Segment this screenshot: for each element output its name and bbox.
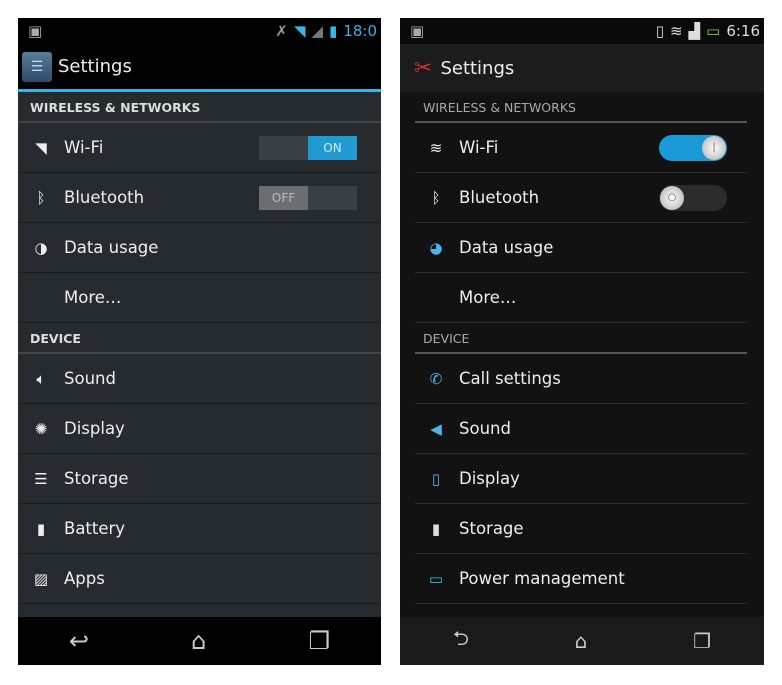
battery-icon: ▮ xyxy=(36,519,46,538)
battery-icon: ▮ xyxy=(329,22,338,40)
settings-app-icon[interactable]: ☰ xyxy=(22,51,52,82)
phone-icon: ✆ xyxy=(429,369,443,388)
settings-item-display[interactable]: ▯ Display xyxy=(415,454,747,504)
recents-icon[interactable]: ❐ xyxy=(308,627,330,655)
display-icon: ▯ xyxy=(431,469,441,488)
settings-item-more[interactable]: More… xyxy=(415,273,747,323)
navigation-bar: ↩ ⌂ ❐ xyxy=(18,617,381,665)
mute-icon: ✗ xyxy=(275,22,288,40)
settings-item-bluetooth[interactable]: ᛒ Bluetooth OFF xyxy=(18,173,381,223)
settings-item-display[interactable]: ✺ Display xyxy=(18,404,381,454)
settings-item-apps[interactable]: ▨ Apps xyxy=(18,554,381,604)
image-icon: ▣ xyxy=(410,22,425,40)
status-bar: ▣ ▯ ≋ ▟ ▭ 6:16 xyxy=(400,18,764,44)
settings-item-storage[interactable]: ☰ Storage xyxy=(18,454,381,504)
left-phone-settings: ▣ ✗ ◥ ◢ ▮ 18:0 ☰ Settings WIRELESS & NET… xyxy=(18,18,381,665)
section-header: DEVICE xyxy=(415,323,747,354)
tools-icon[interactable]: ✂ xyxy=(414,56,432,81)
settings-item-data-usage[interactable]: ◑ Data usage xyxy=(18,223,381,273)
wifi-icon: ≋ xyxy=(429,138,443,157)
recents-icon[interactable]: ❐ xyxy=(693,629,711,653)
settings-item-data-usage[interactable]: ◕ Data usage xyxy=(415,223,747,273)
wifi-icon: ◥ xyxy=(293,22,306,40)
sound-icon: 🔈︎ xyxy=(36,369,46,388)
section-header: WIRELESS & NETWORKS xyxy=(415,92,747,123)
power-icon: ▭ xyxy=(428,569,444,588)
action-bar: ☰ Settings xyxy=(18,44,381,92)
bluetooth-toggle[interactable]: ○ xyxy=(659,184,727,211)
vibrate-icon: ▯ xyxy=(655,22,664,40)
page-title: Settings xyxy=(58,56,132,77)
settings-item-bluetooth[interactable]: ᛒ Bluetooth ○ xyxy=(415,173,747,223)
settings-item-battery[interactable]: ▮ Battery xyxy=(18,504,381,554)
page-title: Settings xyxy=(440,57,515,79)
apps-icon: ▨ xyxy=(33,569,49,588)
home-icon[interactable]: ⌂ xyxy=(191,627,206,655)
signal-icon: ◢ xyxy=(311,22,324,40)
wifi-icon: ◥ xyxy=(35,138,47,157)
storage-icon: ☰ xyxy=(34,469,48,488)
display-icon: ✺ xyxy=(34,419,48,438)
action-bar: ✂ Settings xyxy=(400,44,764,92)
bluetooth-icon: ᛒ xyxy=(36,188,46,207)
toggle-knob: | xyxy=(702,135,726,160)
wifi-toggle[interactable]: | xyxy=(659,134,727,161)
image-icon: ▣ xyxy=(28,22,43,40)
home-icon[interactable]: ⌂ xyxy=(575,629,588,653)
storage-icon: ▮ xyxy=(431,519,441,538)
settings-item-sound[interactable]: 🔈︎ Sound xyxy=(18,354,381,404)
toggle-knob: ○ xyxy=(660,185,684,210)
settings-item-call-settings[interactable]: ✆ Call settings xyxy=(415,354,747,404)
section-header: DEVICE xyxy=(18,323,381,354)
wifi-icon: ≋ xyxy=(670,22,683,40)
settings-item-sound[interactable]: ◀ Sound xyxy=(415,404,747,454)
settings-item-wifi[interactable]: ◥ Wi-Fi ON xyxy=(18,123,381,173)
back-icon[interactable]: ⮌ xyxy=(453,624,469,658)
data-usage-icon: ◑ xyxy=(34,238,48,257)
back-icon[interactable]: ↩ xyxy=(69,627,89,655)
wifi-toggle[interactable]: ON xyxy=(259,135,357,160)
battery-icon: ▭ xyxy=(706,22,721,40)
bluetooth-icon: ᛒ xyxy=(431,188,441,207)
navigation-bar: ⮌ ⌂ ❐ xyxy=(400,617,764,665)
settings-item-storage[interactable]: ▮ Storage xyxy=(415,504,747,554)
settings-item-wifi[interactable]: ≋ Wi-Fi | xyxy=(415,123,747,173)
status-bar: ▣ ✗ ◥ ◢ ▮ 18:0 xyxy=(18,18,381,44)
bluetooth-toggle[interactable]: OFF xyxy=(259,185,357,210)
right-phone-settings: ▣ ▯ ≋ ▟ ▭ 6:16 ✂ Settings WIRELESS & NET… xyxy=(400,18,764,665)
settings-item-more[interactable]: More… xyxy=(18,273,381,323)
sound-icon: ◀ xyxy=(430,419,442,438)
settings-item-power-management[interactable]: ▭ Power management xyxy=(415,554,747,604)
status-time: 6:16 xyxy=(726,22,760,40)
data-usage-icon: ◕ xyxy=(429,238,443,257)
status-time: 18:0 xyxy=(343,22,377,40)
signal-icon: ▟ xyxy=(688,22,701,40)
section-header: WIRELESS & NETWORKS xyxy=(18,92,381,123)
